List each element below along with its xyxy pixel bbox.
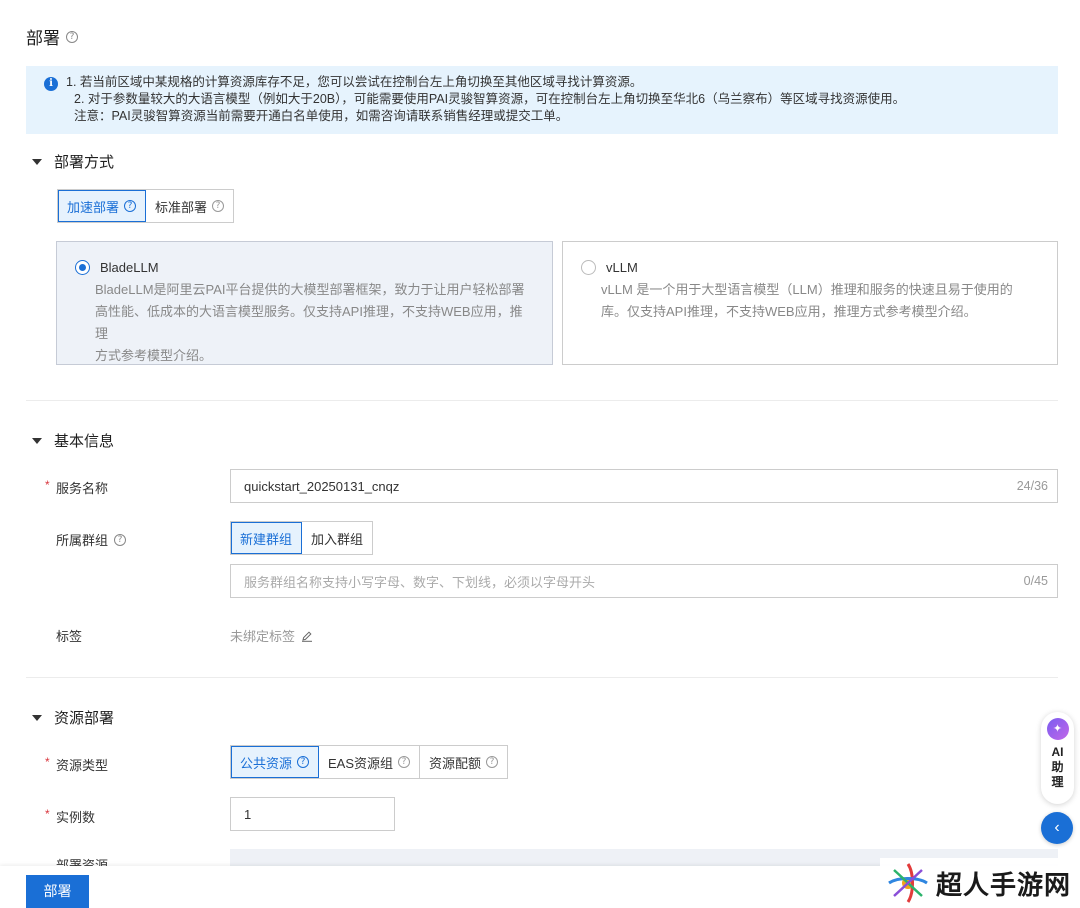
label-resource-type: * 资源类型	[45, 755, 109, 774]
caret-down-icon[interactable]	[32, 158, 42, 165]
desc-line: BladeLLM是阿里云PAI平台提供的大模型部署框架，致力于让用户轻松部署	[95, 282, 525, 297]
desc-line: vLLM 是一个用于大型语言模型（LLM）推理和服务的快速且易于使用的	[601, 282, 1013, 297]
label-text: 服务名称	[56, 481, 109, 496]
chevron-left-icon[interactable]: ‹	[1041, 812, 1073, 844]
watermark-logo-icon	[888, 863, 928, 903]
resource-type-tabs: 公共资源 ? EAS资源组 ? 资源配额 ?	[230, 745, 509, 779]
tab-label: 标准部署	[155, 199, 208, 215]
tab-public-resource[interactable]: 公共资源 ?	[231, 746, 320, 778]
question-circle-icon[interactable]: ?	[486, 756, 499, 768]
notice-line-3: 注意：PAI灵骏智算资源当前需要开通白名单使用，如需咨询请联系销售经理或提交工单…	[74, 109, 569, 123]
label-text: 资源类型	[56, 758, 109, 773]
ai-assistant-button[interactable]: ✦ AI助理	[1041, 712, 1074, 804]
tab-standard-deploy[interactable]: 标准部署 ?	[146, 190, 233, 222]
section-title: 部署方式	[54, 154, 115, 171]
sparkle-icon: ✦	[1046, 718, 1069, 740]
radio-bladellm[interactable]	[75, 260, 90, 275]
label-instances: * 实例数	[45, 807, 96, 826]
watermark: 超人手游网	[880, 858, 1080, 908]
deploy-method-tabs: 加速部署 ? 标准部署 ?	[57, 189, 235, 223]
tab-eas-resource-group[interactable]: EAS资源组 ?	[319, 746, 421, 778]
notice-line-1: 1. 若当前区域中某规格的计算资源库存不足，您可以尝试在控制台左上角切换至其他区…	[66, 75, 643, 89]
group-name-input[interactable]: 服务群组名称支持小写字母、数字、下划线，必须以字母开头 0/45	[230, 564, 1058, 598]
section-basic-info[interactable]: 基本信息	[32, 430, 114, 451]
tab-accelerated-deploy[interactable]: 加速部署 ?	[58, 190, 147, 222]
label-deploy-resource: * 部署资源	[56, 857, 108, 866]
question-circle-icon[interactable]: ?	[124, 200, 137, 212]
card-description: vLLM 是一个用于大型语言模型（LLM）推理和服务的快速且易于使用的 库。仅支…	[601, 279, 1039, 323]
tab-label: 资源配额	[429, 755, 482, 771]
desc-line: 方式参考模型介绍。	[95, 348, 213, 363]
label-tags: 标签	[56, 626, 82, 645]
char-count: 0/45	[1023, 574, 1048, 588]
input-value: 1	[244, 806, 252, 822]
desc-line: 库。仅支持API推理，不支持WEB应用，推理方式参考模型介绍。	[601, 304, 977, 319]
divider	[26, 677, 1058, 678]
page-title-text: 部署	[26, 29, 60, 48]
service-name-input[interactable]: quickstart_20250131_cnqz 24/36	[230, 469, 1058, 503]
divider	[26, 400, 1058, 401]
label-text: 实例数	[56, 810, 96, 825]
tags-text: 未绑定标签	[230, 629, 296, 644]
label-service-name: * 服务名称	[45, 478, 109, 497]
card-bladellm[interactable]: BladeLLM BladeLLM是阿里云PAI平台提供的大模型部署框架，致力于…	[56, 241, 553, 365]
desc-line: 高性能、低成本的大语言模型服务。仅支持API推理，不支持WEB应用，推理	[95, 304, 523, 341]
radio-vllm[interactable]	[581, 260, 596, 275]
section-title: 基本信息	[54, 433, 115, 450]
required-mark: *	[45, 478, 50, 492]
label-text: 所属群组	[56, 533, 109, 548]
info-notice: i 1. 若当前区域中某规格的计算资源库存不足，您可以尝试在控制台左上角切换至其…	[26, 66, 1058, 134]
label-group: 所属群组 ?	[56, 530, 127, 549]
card-vllm[interactable]: vLLM vLLM 是一个用于大型语言模型（LLM）推理和服务的快速且易于使用的…	[562, 241, 1058, 365]
question-circle-icon[interactable]: ?	[398, 756, 411, 768]
label-text: 部署资源	[56, 858, 109, 866]
card-title: BladeLLM	[100, 260, 159, 275]
card-description: BladeLLM是阿里云PAI平台提供的大模型部署框架，致力于让用户轻松部署 高…	[95, 279, 534, 367]
required-mark: *	[45, 807, 50, 821]
section-deploy-method[interactable]: 部署方式	[32, 151, 114, 172]
question-circle-icon[interactable]: ?	[212, 200, 225, 212]
pencil-icon[interactable]	[301, 630, 313, 642]
instances-input[interactable]: 1	[230, 797, 395, 831]
question-circle-icon[interactable]: ?	[66, 30, 78, 43]
ai-assistant-label: AI助理	[1051, 745, 1064, 789]
group-tabs: 新建群组 加入群组	[230, 521, 374, 555]
tab-label: 公共资源	[240, 755, 293, 771]
card-title: vLLM	[606, 260, 638, 275]
question-circle-icon[interactable]: ?	[114, 533, 127, 546]
tab-new-group[interactable]: 新建群组	[231, 522, 303, 554]
label-text: 标签	[56, 629, 83, 644]
section-title: 资源部署	[54, 710, 115, 727]
info-icon: i	[44, 77, 58, 91]
page-title: 部署 ?	[26, 24, 78, 49]
section-resource[interactable]: 资源部署	[32, 707, 114, 728]
caret-down-icon[interactable]	[32, 437, 42, 444]
required-mark: *	[45, 755, 50, 769]
notice-line-2: 2. 对于参数量较大的大语言模型（例如大于20B），可能需要使用PAI灵骏智算资…	[74, 92, 906, 106]
char-count: 24/36	[1016, 479, 1048, 493]
tab-label: 新建群组	[240, 531, 293, 547]
tab-join-group[interactable]: 加入群组	[302, 522, 372, 554]
tab-label: EAS资源组	[328, 755, 394, 771]
deploy-button[interactable]: 部署	[26, 875, 89, 908]
tab-resource-quota[interactable]: 资源配额 ?	[420, 746, 507, 778]
question-circle-icon[interactable]: ?	[297, 756, 310, 768]
tab-label: 加入群组	[311, 531, 364, 547]
input-placeholder: 服务群组名称支持小写字母、数字、下划线，必须以字母开头	[244, 574, 596, 590]
watermark-text: 超人手游网	[936, 869, 1072, 900]
caret-down-icon[interactable]	[32, 714, 42, 721]
tab-label: 加速部署	[67, 199, 120, 215]
tags-value: 未绑定标签	[230, 626, 313, 645]
input-value: quickstart_20250131_cnqz	[244, 478, 400, 494]
